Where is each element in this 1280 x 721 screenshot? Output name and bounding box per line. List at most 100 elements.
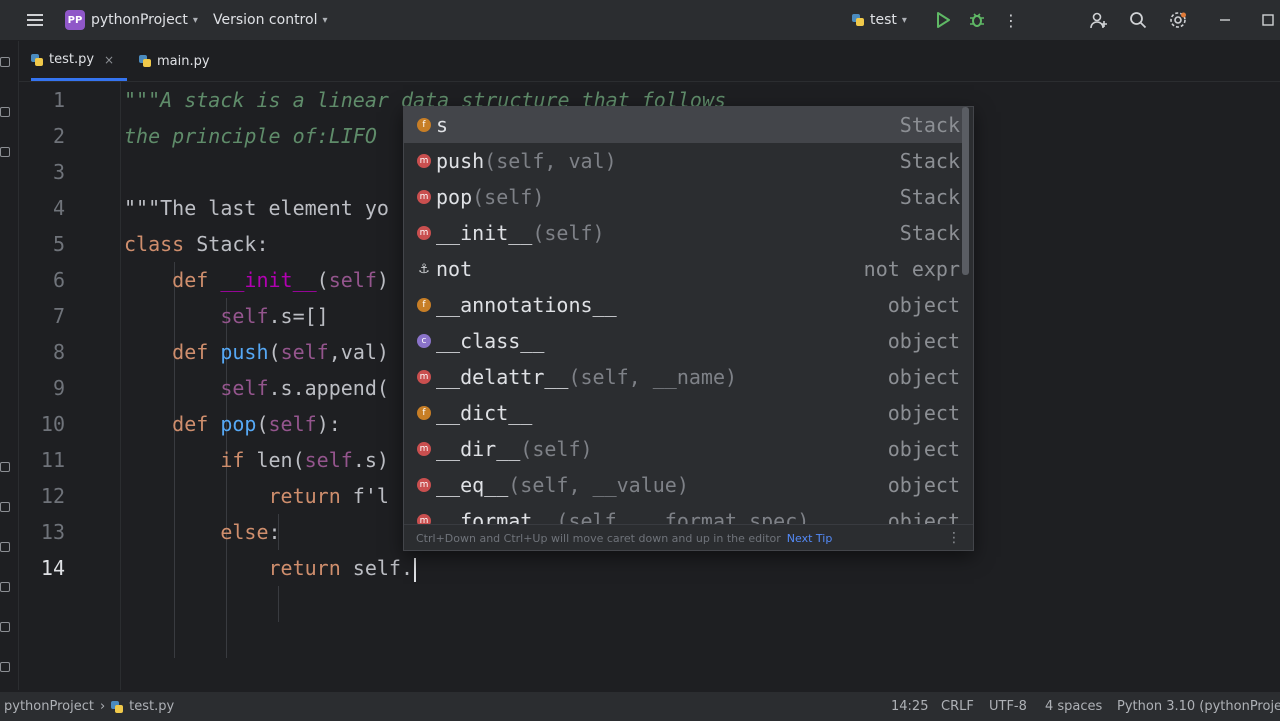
completion-name: __eq__ <box>436 473 509 497</box>
completion-item[interactable]: m pop (self) Stack <box>404 179 964 215</box>
code-token: return <box>268 556 341 580</box>
git-tool-icon[interactable] <box>0 662 10 672</box>
completion-item[interactable]: m __init__ (self) Stack <box>404 215 964 251</box>
run-config-selector[interactable]: test ▾ <box>852 0 907 40</box>
file-encoding[interactable]: UTF-8 <box>989 692 1027 721</box>
completion-item[interactable]: m __delattr__ (self, __name) object <box>404 359 964 395</box>
indent-setting[interactable]: 4 spaces <box>1045 692 1102 721</box>
completion-item[interactable]: c __class__ object <box>404 323 964 359</box>
code-token: ,val) <box>328 340 389 364</box>
code-token: return <box>268 484 341 508</box>
close-icon[interactable]: × <box>104 53 114 67</box>
code-token: self <box>328 268 377 292</box>
minimize-icon[interactable] <box>1213 8 1237 32</box>
commit-tool-icon[interactable] <box>0 107 10 117</box>
code-token: .s) <box>352 448 389 472</box>
python-interpreter[interactable]: Python 3.10 (pythonProject <box>1117 692 1280 721</box>
more-vertical-icon[interactable]: ⋮ <box>999 8 1023 32</box>
completion-name: pop <box>436 185 473 209</box>
completion-item[interactable]: f s Stack <box>404 107 964 143</box>
layers-tool-icon[interactable] <box>0 502 10 512</box>
completion-item[interactable]: f __dict__ object <box>404 395 964 431</box>
code-token: self <box>220 304 269 328</box>
completion-name: __dict__ <box>436 401 533 425</box>
completion-item[interactable]: m push (self, val) Stack <box>404 143 964 179</box>
settings-icon[interactable] <box>1166 8 1190 32</box>
caret-position[interactable]: 14:25 <box>891 692 928 721</box>
chevron-down-icon: ▾ <box>901 14 907 26</box>
maximize-icon[interactable] <box>1256 8 1280 32</box>
field-icon: f <box>417 298 431 312</box>
run-icon[interactable] <box>931 8 955 32</box>
line-number: 3 <box>52 160 65 184</box>
completion-type: Stack <box>899 221 960 245</box>
method-icon: m <box>417 226 431 240</box>
completion-name: __class__ <box>436 329 545 353</box>
breadcrumb-project[interactable]: pythonProject <box>4 699 94 714</box>
completion-item[interactable]: m __eq__ (self, __value) object <box>404 467 964 503</box>
code-token: ( <box>268 340 281 364</box>
run-config-label: test <box>870 12 897 28</box>
hamburger-menu-icon[interactable] <box>23 8 47 32</box>
next-tip-link[interactable]: Next Tip <box>787 532 833 545</box>
completion-type: object <box>887 293 960 317</box>
code-text: return self. <box>124 550 416 586</box>
line-number: 6 <box>52 268 65 292</box>
code-token: ) <box>376 268 389 292</box>
code-text: return f'l <box>124 478 389 514</box>
python-packages-icon[interactable] <box>0 462 10 472</box>
code-text: self.s.append( <box>124 370 389 406</box>
code-token: self <box>220 376 269 400</box>
structure-tool-icon[interactable] <box>0 147 10 157</box>
line-number: 4 <box>52 196 65 220</box>
completion-tip: Ctrl+Down and Ctrl+Up will move caret do… <box>416 531 781 545</box>
tab-label: test.py <box>49 52 95 67</box>
completion-name: __dir__ <box>436 437 521 461</box>
tab-label: main.py <box>157 53 210 69</box>
completion-footer: Ctrl+Down and Ctrl+Up will move caret do… <box>404 524 973 550</box>
completion-name: __annotations__ <box>436 293 617 317</box>
tab-main-py[interactable]: main.py <box>139 41 210 81</box>
completion-scrollbar[interactable] <box>962 107 969 275</box>
code-line[interactable]: 14 return self. <box>19 550 1280 586</box>
completion-params: (self) <box>532 221 605 245</box>
services-tool-icon[interactable] <box>0 542 10 552</box>
code-token: ( <box>316 268 329 292</box>
debug-icon[interactable] <box>965 8 989 32</box>
line-separator[interactable]: CRLF <box>941 692 974 721</box>
completion-params: (self, val) <box>484 149 617 173</box>
completion-item[interactable]: f __annotations__ object <box>404 287 964 323</box>
line-number: 11 <box>40 448 65 472</box>
completion-name: push <box>436 149 485 173</box>
completion-type: object <box>887 365 960 389</box>
code-token: len( <box>244 448 305 472</box>
editor-tab-bar: test.py × main.py <box>19 41 1280 82</box>
class-icon: c <box>417 334 431 348</box>
code-token: self <box>268 412 317 436</box>
code-token: push <box>220 340 269 364</box>
completion-item[interactable]: ⚓ not not expr <box>404 251 964 287</box>
code-token: .s.append( <box>268 376 389 400</box>
code-token: the principle of:LIFO <box>124 124 377 148</box>
completion-item[interactable]: m __dir__ (self) object <box>404 431 964 467</box>
breadcrumb-file[interactable]: test.py <box>129 699 174 714</box>
code-token: __init__ <box>220 268 317 292</box>
terminal-tool-icon[interactable] <box>0 582 10 592</box>
project-tool-icon[interactable] <box>0 57 10 67</box>
code-completion-popup: f s Stack m push (self, val) Stack m pop (self) St… <box>403 106 974 551</box>
search-icon[interactable] <box>1126 8 1150 32</box>
tab-test-py[interactable]: test.py × <box>31 41 127 81</box>
add-user-icon[interactable] <box>1087 8 1111 32</box>
method-icon: m <box>417 442 431 456</box>
problems-tool-icon[interactable] <box>0 622 10 632</box>
project-selector[interactable]: PP pythonProject ▾ <box>65 0 198 40</box>
line-number: 1 <box>52 88 65 112</box>
more-vertical-icon[interactable]: ⋮ <box>947 530 961 546</box>
vcs-selector[interactable]: Version control ▾ <box>213 0 328 40</box>
line-number: 5 <box>52 232 65 256</box>
